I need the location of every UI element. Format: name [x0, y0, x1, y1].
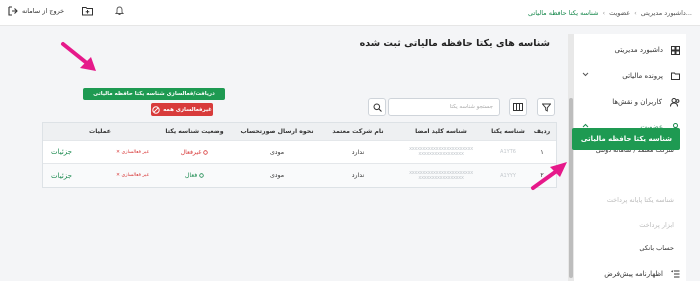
row-unique-id: A1YT6	[500, 149, 516, 155]
table-row: ۱ A1YT6 xxxxxxxxxxxxxxxxxxxxxxxx xxxxxxx…	[43, 141, 556, 164]
deactivate-all-label: غیرفعالسازی همه	[163, 106, 212, 113]
sidebar-subitem-tax-memory-id[interactable]: شناسه یکتا حافظه مالیاتی	[572, 128, 680, 150]
sidebar-subitem-bank-account[interactable]: حساب بانکی	[580, 244, 686, 252]
search-icon	[373, 103, 382, 112]
sidebar-subitem-payment-tools[interactable]: ابزار پرداخت	[580, 221, 686, 229]
users-icon	[670, 97, 680, 107]
columns-button[interactable]	[509, 98, 527, 116]
search-button[interactable]	[368, 98, 386, 116]
deactivate-label: غیر فعالسازی	[121, 149, 149, 155]
row-method: مودی	[269, 148, 285, 156]
chevron-down-icon	[582, 71, 589, 79]
row-status: غیرفعال	[157, 141, 232, 163]
header-index: ردیف	[533, 128, 551, 135]
scrollbar-thumb[interactable]	[569, 98, 573, 278]
breadcrumb-item[interactable]: ...داشبورد مدیریتی	[641, 9, 692, 17]
row-actions: غیر فعالسازی ✕ جزئیات	[45, 141, 155, 163]
row-actions: غیر فعالسازی ✕ جزئیات	[45, 164, 155, 187]
breadcrumb-item[interactable]: عضویت	[609, 9, 630, 17]
header-actions: عملیات	[89, 128, 111, 135]
dot-icon	[199, 173, 204, 178]
row-index: ۱	[540, 148, 544, 156]
list-check-icon	[671, 270, 680, 278]
breadcrumb-current: شناسه یکتا حافظه مالیاتی	[528, 9, 599, 17]
filter-button[interactable]	[537, 98, 555, 116]
deactivate-button[interactable]: غیر فعالسازی ✕	[116, 150, 149, 155]
sidebar-item-label: اظهارنامه پیش‌فرض	[604, 270, 663, 278]
sidebar-item-default-declaration[interactable]: اظهارنامه پیش‌فرض	[574, 263, 686, 281]
status-badge: فعال	[184, 172, 198, 179]
breadcrumb: ...داشبورد مدیریتی›عضویت›شناسه یکتا حافظ…	[528, 9, 692, 17]
dashboard-icon	[671, 45, 680, 55]
sidebar-item-label: پرونده مالیاتی	[622, 72, 663, 80]
row-unique-id: A1YYY	[500, 172, 516, 179]
status-badge: غیرفعال	[180, 148, 202, 156]
header-sign-key: شناسه کلید امضا	[415, 128, 467, 135]
header-method: نحوه ارسال صورتحساب	[240, 128, 314, 135]
header-status: وضعیت شناسه یکتا	[165, 128, 224, 135]
deactivate-all-button[interactable]: غیرفعالسازی همه	[151, 103, 213, 116]
row-sign-key: xxxxxxxxxxxxxxxxxxxxxxxx xxxxxxxxxxxxxxx…	[396, 164, 486, 187]
row-company: ندارد	[351, 148, 365, 156]
row-status: فعال	[157, 164, 232, 187]
dot-icon	[203, 149, 209, 155]
sidebar-item-tax-file[interactable]: پرونده مالیاتی	[574, 65, 686, 87]
details-link[interactable]: جزئیات	[51, 148, 72, 156]
tax-id-table: ردیف شناسه یکتا شناسه کلید امضا نام شرکت…	[42, 122, 557, 188]
sidebar: داشبورد مدیریتی پرونده مالیاتی کاربران و…	[568, 34, 686, 281]
sign-key-line: xxxxxxxxxxxxxxxxx	[418, 151, 464, 157]
deactivate-button[interactable]: غیر فعالسازی ✕	[116, 173, 149, 178]
folder-icon[interactable]	[82, 6, 94, 16]
logout-icon	[8, 6, 18, 16]
sign-key-line: xxxxxxxxxxxxxxxxx	[418, 174, 464, 181]
details-link[interactable]: جزئیات	[51, 172, 72, 180]
sidebar-item-label: داشبورد مدیریتی	[614, 46, 663, 54]
folder-icon	[671, 72, 680, 80]
bell-icon[interactable]	[115, 6, 125, 16]
filter-icon	[541, 103, 551, 112]
sidebar-item-users[interactable]: کاربران و نقش‌ها	[574, 91, 686, 113]
sidebar-item-dashboard[interactable]: داشبورد مدیریتی	[574, 39, 686, 61]
logout-button[interactable]: خروج از سامانه	[8, 6, 64, 16]
deactivate-label: غیر فعالسازی	[121, 173, 149, 178]
logout-label: خروج از سامانه	[22, 7, 65, 15]
main-content: شناسه های یکتا حافظه مالیاتی ثبت شده دری…	[0, 26, 560, 281]
row-company: ندارد	[351, 172, 365, 179]
sidebar-subitem-payment-terminal[interactable]: شناسه یکتا پایانه پرداخت	[580, 196, 686, 204]
get-tax-memory-id-button[interactable]: دریافت/فعالسازی شناسه یکتا حافظه مالیاتی	[83, 88, 225, 100]
top-bar: ...داشبورد مدیریتی›عضویت›شناسه یکتا حافظ…	[0, 0, 700, 26]
row-method: مودی	[269, 172, 285, 179]
page-title: شناسه های یکتا حافظه مالیاتی ثبت شده	[359, 38, 550, 49]
ban-icon	[152, 105, 160, 114]
table-header: ردیف شناسه یکتا شناسه کلید امضا نام شرکت…	[43, 123, 556, 141]
columns-icon	[513, 103, 523, 111]
header-id: شناسه یکتا	[491, 128, 525, 135]
header-company: نام شرکت معتمد	[332, 128, 384, 135]
row-index: ۲	[540, 172, 544, 179]
row-sign-key: xxxxxxxxxxxxxxxxxxxxxxxx xxxxxxxxxxxxxxx…	[396, 141, 486, 163]
search-input[interactable]	[388, 98, 500, 116]
sidebar-item-label: کاربران و نقش‌ها	[612, 98, 662, 106]
table-row: ۲ A1YYY xxxxxxxxxxxxxxxxxxxxxxxx xxxxxxx…	[43, 164, 556, 187]
